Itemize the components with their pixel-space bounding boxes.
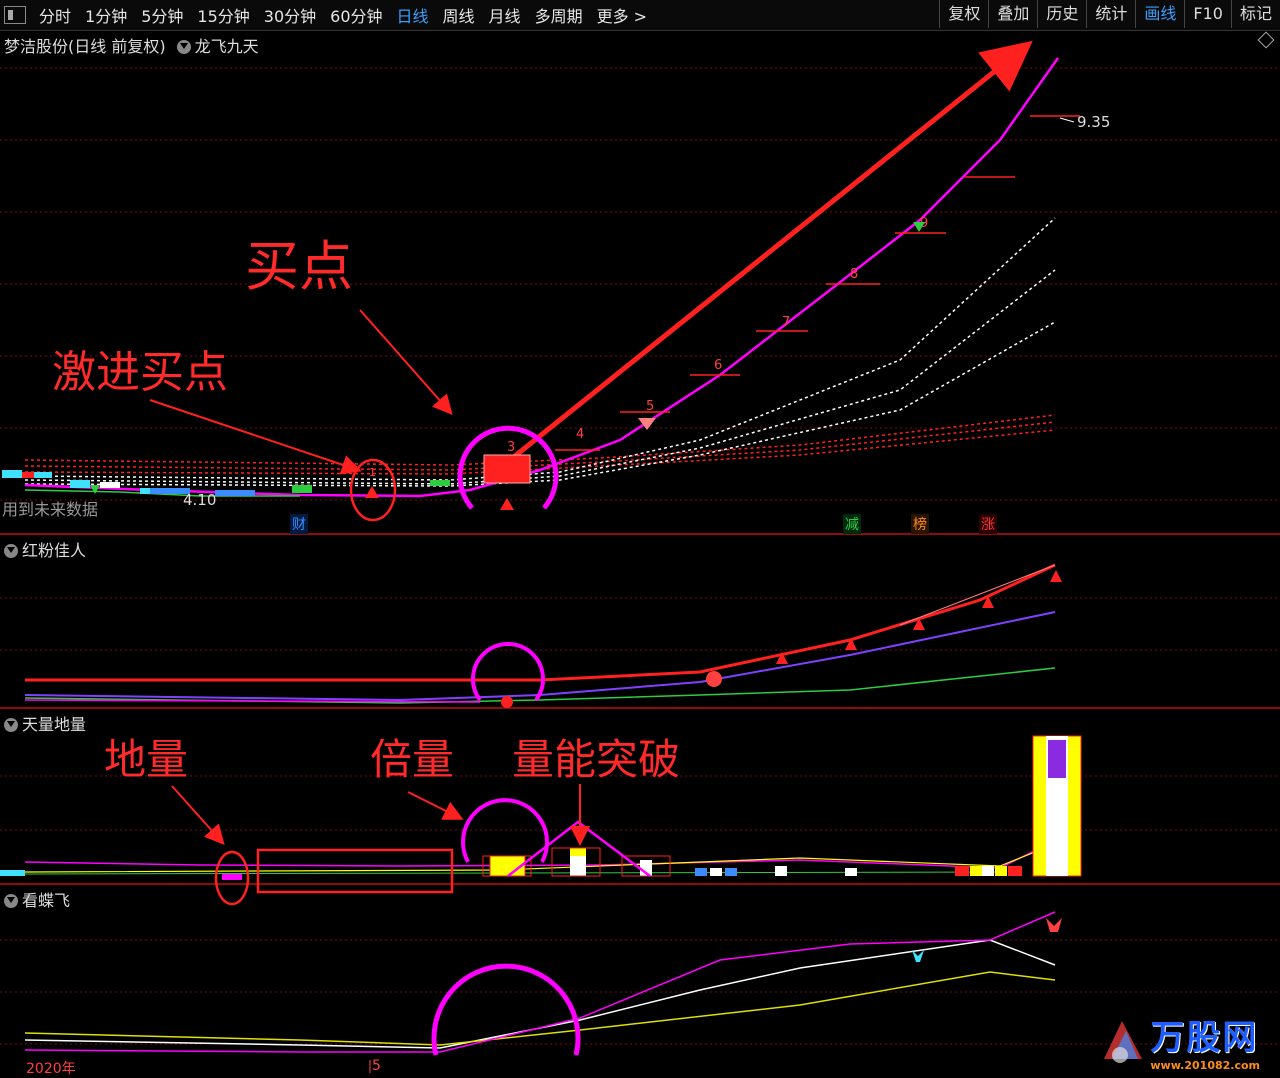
high-price-leader (1059, 117, 1075, 123)
panel3-title[interactable]: 天量地量 (4, 711, 86, 735)
year-axis-label: 2020年 (26, 1061, 76, 1077)
panel2-red-ball (706, 671, 722, 687)
watermark-emblem-icon (1104, 1021, 1143, 1063)
aggressive-buy-annotation: 激进买点 (52, 347, 228, 398)
wave-1: 1 (369, 466, 376, 479)
ground-volume-arrow (171, 785, 225, 845)
wave-4: 4 (576, 427, 584, 442)
wave-8: 8 (850, 267, 858, 282)
chart-canvas: 3 4 5 6 7 8 9 (0, 40, 1280, 1073)
panel2-title[interactable]: 红粉佳人 (4, 537, 86, 561)
red-up-arrow-1 (365, 486, 379, 498)
high-price-label: 9.35 (1077, 113, 1111, 131)
indicator-name[interactable]: 龙飞九天 (195, 37, 259, 56)
grid-lines (0, 67, 1280, 1045)
panel2-lines (24, 563, 1056, 704)
butterfly-icon-red (1046, 918, 1062, 932)
wave-ticks (555, 115, 1080, 451)
ranking-tag[interactable]: 榜 (911, 514, 929, 534)
dotted-band-red (24, 414, 1056, 475)
wave-7: 7 (782, 315, 790, 330)
finance-tag[interactable]: 财 (290, 514, 308, 534)
buy-arrow (359, 309, 453, 415)
buy-point-annotation: 买点 (245, 235, 353, 298)
panel2-dropdown-icon[interactable] (4, 544, 18, 558)
butterfly-circle (431, 963, 581, 1056)
volume-breakout-annotation: 量能突破 (512, 735, 681, 784)
green-down-arrow (90, 485, 100, 494)
limit-up-tag[interactable]: 涨 (979, 514, 997, 534)
indicator-dropdown-icon[interactable] (176, 40, 191, 54)
double-volume-circle (461, 798, 549, 863)
aggressive-buy-arrow (149, 399, 362, 475)
watermark-logo: 万股网 www.201082.com (1096, 1010, 1260, 1072)
panel2-circle (471, 642, 545, 702)
wave-6: 6 (714, 358, 722, 373)
watermark-brand: 万股网 (1150, 1018, 1259, 1058)
future-data-note: 用到未来数据 (2, 500, 99, 519)
panel3-dropdown-icon[interactable] (4, 718, 18, 732)
double-volume-arrow (407, 791, 464, 820)
stock-title: 梦洁股份(日线 前复权) (4, 37, 166, 56)
butterfly-icon-cyan (912, 950, 924, 962)
reduce-tag[interactable]: 减 (843, 514, 861, 534)
main-panel-title: 梦洁股份(日线 前复权) 龙飞九天 (4, 33, 259, 57)
buy-box (483, 454, 531, 484)
wave-labels: 3 4 5 6 7 8 9 (507, 216, 928, 455)
ground-volume-annotation: 地量 (104, 735, 189, 784)
main-red-arrow (508, 40, 1033, 462)
small-candles (2, 470, 450, 496)
low-price-label: 4.10 (183, 491, 217, 509)
panel2-marker (501, 696, 513, 708)
double-volume-annotation: 倍量 (370, 735, 455, 784)
volume-lines (24, 847, 1041, 875)
panel4-dropdown-icon[interactable] (4, 894, 18, 908)
watermark-url: www.201082.com (1150, 1059, 1260, 1072)
main-trend-curve (24, 57, 1060, 498)
panel4-title[interactable]: 看蝶飞 (4, 887, 70, 911)
panel2-up-arrows (776, 570, 1062, 664)
month-axis-label: 5 (372, 1058, 381, 1074)
wave-3: 3 (507, 440, 515, 455)
butterfly-lines (24, 911, 1056, 1053)
